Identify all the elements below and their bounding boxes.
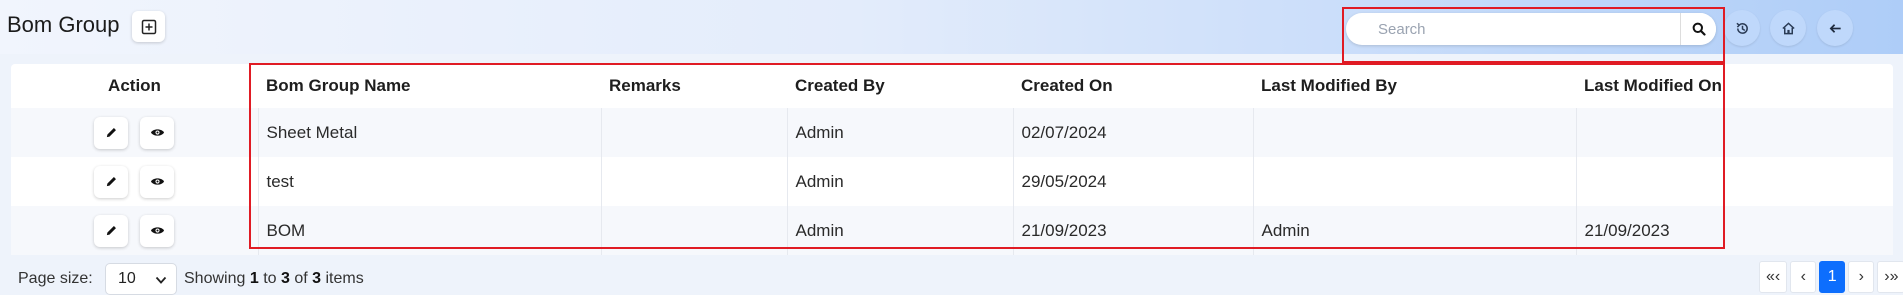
- bom-group-table: Action Bom Group Name Remarks Created By…: [11, 64, 1893, 255]
- column-header-created-by[interactable]: Created By: [787, 64, 1013, 108]
- reset-button[interactable]: [1724, 10, 1760, 46]
- next-page-button[interactable]: ›: [1848, 261, 1875, 293]
- action-cell: [11, 157, 259, 206]
- content-panel: Action Bom Group Name Remarks Created By…: [0, 54, 1903, 295]
- cell-bom-group-name: test: [258, 157, 602, 206]
- cell-remarks: [601, 206, 788, 255]
- search-input[interactable]: [1346, 13, 1676, 45]
- cell-last-modified-on: [1576, 108, 1893, 157]
- cell-created-by: Admin: [787, 108, 1014, 157]
- edit-button[interactable]: [94, 214, 129, 247]
- cell-bom-group-name: Sheet Metal: [258, 108, 602, 157]
- search-button[interactable]: [1680, 13, 1716, 45]
- view-button[interactable]: [140, 116, 175, 149]
- table-card: Action Bom Group Name Remarks Created By…: [11, 64, 1893, 255]
- page-size-label: Page size:: [18, 270, 93, 287]
- column-header-created-on[interactable]: Created On: [1013, 64, 1253, 108]
- add-button[interactable]: [132, 11, 165, 42]
- edit-button[interactable]: [94, 116, 129, 149]
- page-size-select[interactable]: 10: [105, 263, 177, 295]
- column-header-remarks[interactable]: Remarks: [601, 64, 787, 108]
- pagination-footer: Page size: 10 Showing 1 to 3 of 3 items …: [0, 261, 1903, 295]
- cell-last-modified-by: [1253, 108, 1577, 157]
- action-cell: [11, 206, 259, 255]
- page-title: Bom Group: [7, 12, 120, 37]
- search-icon: [1692, 22, 1706, 36]
- action-cell: [11, 108, 259, 157]
- pencil-icon: [106, 226, 116, 236]
- column-header-bom-group-name[interactable]: Bom Group Name: [258, 64, 601, 108]
- top-bar: Bom Group: [0, 0, 1903, 52]
- cell-created-on: 21/09/2023: [1013, 206, 1254, 255]
- column-header-last-modified-on[interactable]: Last Modified On: [1576, 64, 1893, 108]
- cell-last-modified-by: [1253, 157, 1577, 206]
- cell-created-by: Admin: [787, 157, 1014, 206]
- cell-last-modified-on: [1576, 157, 1893, 206]
- table-row: test Admin 29/05/2024: [11, 157, 1893, 206]
- eye-icon: [150, 129, 164, 136]
- cell-last-modified-on: 21/09/2023: [1576, 206, 1893, 255]
- last-page-button[interactable]: ›»: [1877, 261, 1903, 293]
- pencil-icon: [106, 128, 116, 138]
- cell-remarks: [601, 157, 788, 206]
- chevron-down-icon: [155, 276, 167, 284]
- showing-summary: Showing 1 to 3 of 3 items: [184, 270, 364, 287]
- pager: «‹ ‹ 1 › ›»: [1756, 261, 1903, 293]
- arrow-left-icon: [1829, 23, 1841, 33]
- first-page-button[interactable]: «‹: [1759, 261, 1788, 293]
- cell-remarks: [601, 108, 788, 157]
- cell-last-modified-by: Admin: [1253, 206, 1577, 255]
- table-row: BOM Admin 21/09/2023 Admin 21/09/2023: [11, 206, 1893, 255]
- table-header-row: Action Bom Group Name Remarks Created By…: [11, 64, 1893, 108]
- home-icon: [1781, 21, 1795, 34]
- cell-created-on: 29/05/2024: [1013, 157, 1254, 206]
- pencil-icon: [106, 177, 116, 187]
- page-1-button[interactable]: 1: [1819, 261, 1846, 293]
- edit-button[interactable]: [94, 165, 129, 198]
- cell-created-on: 02/07/2024: [1013, 108, 1254, 157]
- home-button[interactable]: [1770, 10, 1806, 46]
- eye-icon: [150, 178, 164, 185]
- cell-created-by: Admin: [787, 206, 1014, 255]
- eye-icon: [150, 227, 164, 234]
- prev-page-button[interactable]: ‹: [1790, 261, 1817, 293]
- cell-bom-group-name: BOM: [258, 206, 602, 255]
- history-icon: [1735, 22, 1748, 34]
- plus-square-icon: [141, 19, 156, 34]
- column-header-action: Action: [108, 76, 161, 95]
- table-row: Sheet Metal Admin 02/07/2024: [11, 108, 1893, 157]
- view-button[interactable]: [140, 165, 175, 198]
- back-button[interactable]: [1817, 10, 1853, 46]
- view-button[interactable]: [140, 214, 175, 247]
- search-box: [1346, 13, 1716, 45]
- column-header-last-modified-by[interactable]: Last Modified By: [1253, 64, 1576, 108]
- page-size-value: 10: [118, 270, 136, 287]
